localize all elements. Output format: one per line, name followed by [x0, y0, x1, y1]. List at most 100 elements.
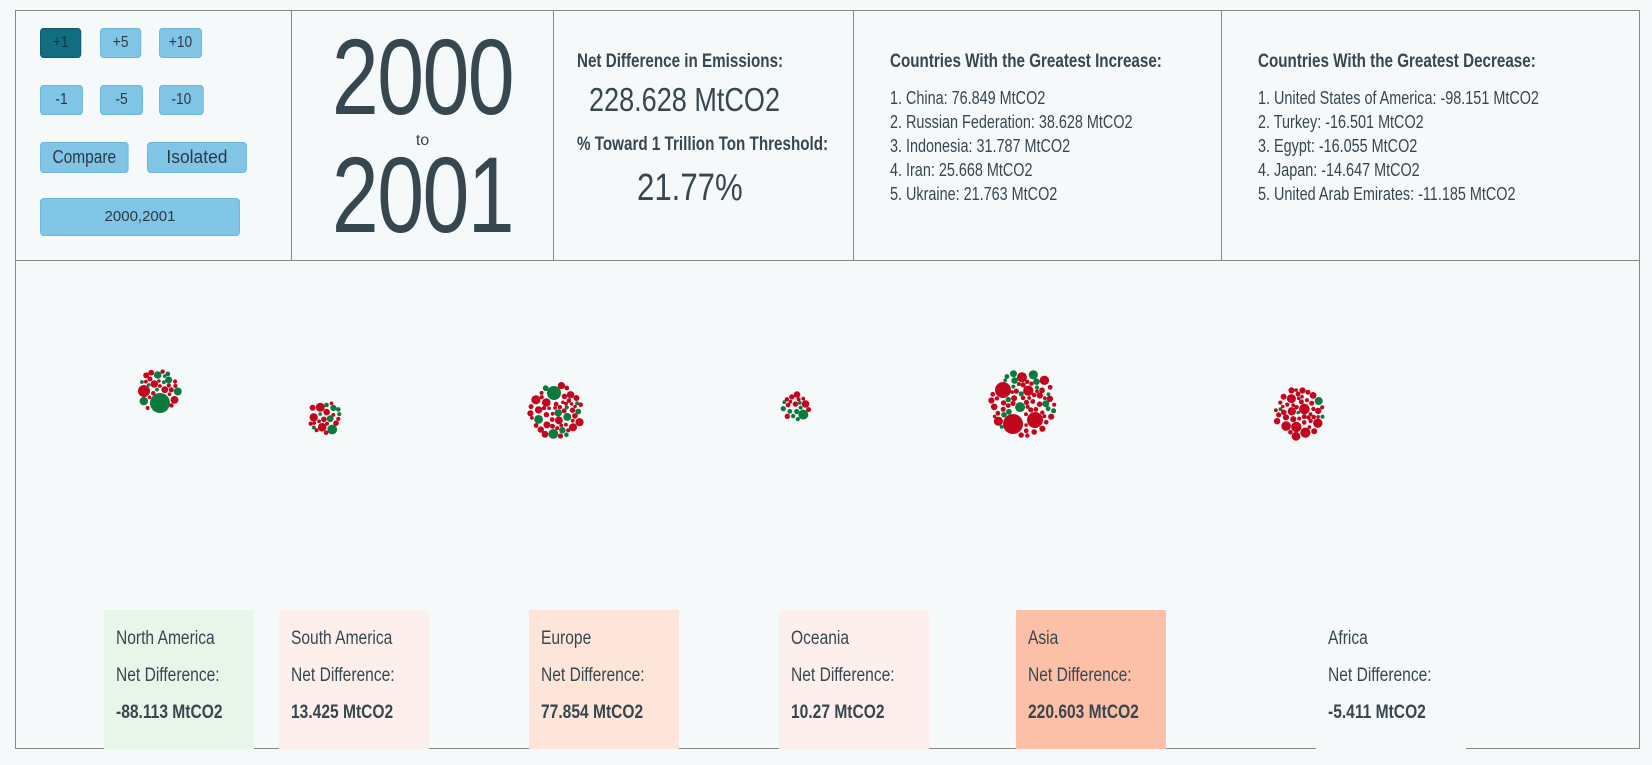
- country-bubble[interactable]: [162, 380, 166, 385]
- country-bubble[interactable]: [150, 380, 159, 388]
- country-bubble[interactable]: [1273, 418, 1281, 425]
- country-bubble[interactable]: [1296, 396, 1301, 401]
- country-bubble[interactable]: [1035, 389, 1039, 394]
- country-bubble[interactable]: [309, 404, 316, 411]
- minus-5-button[interactable]: -5: [100, 85, 143, 115]
- country-bubble[interactable]: [1020, 382, 1026, 388]
- country-bubble[interactable]: [148, 369, 155, 376]
- country-bubble[interactable]: [147, 395, 152, 400]
- country-bubble[interactable]: [165, 376, 173, 384]
- country-bubble[interactable]: [1010, 390, 1014, 394]
- country-bubble[interactable]: [1276, 412, 1282, 418]
- country-bubble[interactable]: [1301, 414, 1307, 420]
- years-input[interactable]: 2000,2001: [40, 198, 240, 236]
- country-bubble[interactable]: [161, 386, 169, 394]
- country-bubble[interactable]: [557, 433, 564, 439]
- country-bubble[interactable]: [555, 426, 560, 431]
- country-bubble[interactable]: [798, 405, 803, 410]
- country-bubble[interactable]: [539, 395, 544, 400]
- country-bubble[interactable]: [1033, 378, 1040, 385]
- country-bubble[interactable]: [990, 391, 996, 397]
- country-bubble[interactable]: [564, 422, 568, 427]
- country-bubble[interactable]: [1305, 389, 1311, 395]
- country-bubble[interactable]: [530, 416, 534, 420]
- country-bubble[interactable]: [553, 406, 557, 410]
- country-bubble[interactable]: [1011, 377, 1018, 384]
- country-bubble[interactable]: [1048, 413, 1055, 420]
- country-bubble[interactable]: [555, 416, 563, 425]
- country-bubble[interactable]: [564, 405, 569, 410]
- country-bubble[interactable]: [990, 403, 998, 411]
- country-bubble[interactable]: [784, 413, 790, 419]
- country-bubble[interactable]: [165, 371, 171, 377]
- country-bubble[interactable]: [1299, 387, 1306, 394]
- country-bubble[interactable]: [1024, 423, 1028, 427]
- country-bubble[interactable]: [1311, 414, 1316, 420]
- country-bubble[interactable]: [155, 387, 159, 392]
- country-bubble[interactable]: [1274, 408, 1278, 413]
- country-bubble[interactable]: [1045, 406, 1051, 412]
- country-bubble[interactable]: [542, 385, 549, 392]
- country-bubble[interactable]: [1282, 414, 1290, 421]
- plus-1-button[interactable]: +1: [40, 28, 82, 58]
- country-bubble[interactable]: [550, 411, 555, 416]
- country-bubble[interactable]: [1039, 387, 1045, 394]
- country-bubble[interactable]: [1304, 398, 1310, 403]
- country-bubble[interactable]: [145, 406, 150, 410]
- country-bubble[interactable]: [791, 413, 796, 419]
- country-bubble[interactable]: [1285, 402, 1290, 407]
- country-bubble[interactable]: [139, 396, 148, 406]
- country-bubble[interactable]: [1309, 392, 1317, 399]
- country-bubble[interactable]: [1301, 420, 1307, 425]
- country-bubble[interactable]: [325, 421, 329, 426]
- country-bubble[interactable]: [531, 395, 541, 405]
- country-bubble[interactable]: [1046, 392, 1051, 397]
- country-bubble[interactable]: [1288, 387, 1295, 394]
- country-bubble[interactable]: [173, 383, 178, 388]
- country-bubble[interactable]: [1036, 392, 1043, 399]
- country-bubble[interactable]: [1018, 391, 1024, 397]
- country-bubble[interactable]: [564, 432, 569, 438]
- country-bubble[interactable]: [563, 412, 572, 421]
- country-bubble[interactable]: [1291, 431, 1301, 441]
- country-bubble[interactable]: [999, 425, 1004, 429]
- country-bubble[interactable]: [554, 409, 562, 417]
- country-bubble[interactable]: [1005, 396, 1011, 403]
- country-bubble[interactable]: [336, 407, 341, 412]
- country-bubble[interactable]: [806, 407, 812, 413]
- country-bubble[interactable]: [527, 410, 534, 417]
- country-bubble[interactable]: [1314, 397, 1323, 405]
- country-bubble[interactable]: [1005, 403, 1011, 408]
- country-bubble[interactable]: [801, 400, 810, 408]
- country-bubble[interactable]: [528, 404, 534, 410]
- country-bubble[interactable]: [309, 413, 318, 422]
- country-bubble[interactable]: [1046, 395, 1054, 402]
- country-bubble[interactable]: [1010, 370, 1017, 378]
- country-bubble[interactable]: [1315, 407, 1322, 415]
- country-bubble[interactable]: [1016, 382, 1021, 386]
- country-bubble[interactable]: [318, 412, 323, 416]
- country-bubble[interactable]: [793, 391, 801, 398]
- country-bubble[interactable]: [564, 385, 570, 391]
- country-bubble[interactable]: [1029, 381, 1034, 386]
- country-bubble[interactable]: [1025, 433, 1030, 438]
- country-bubble[interactable]: [539, 390, 544, 395]
- country-bubble[interactable]: [1281, 409, 1287, 416]
- country-bubble[interactable]: [1300, 394, 1304, 399]
- country-bubble[interactable]: [549, 417, 555, 422]
- country-bubble[interactable]: [1042, 414, 1047, 419]
- country-bubble[interactable]: [1281, 404, 1285, 409]
- country-bubble[interactable]: [167, 392, 172, 396]
- country-bubble[interactable]: [1306, 415, 1311, 420]
- country-bubble[interactable]: [1036, 401, 1043, 407]
- country-bubble[interactable]: [1031, 429, 1037, 435]
- country-bubble[interactable]: [1295, 391, 1301, 397]
- country-bubble[interactable]: [789, 394, 795, 400]
- country-bubble[interactable]: [561, 393, 568, 400]
- country-bubble[interactable]: [542, 398, 551, 407]
- country-bubble[interactable]: [330, 404, 337, 412]
- country-bubble[interactable]: [547, 406, 551, 411]
- country-bubble[interactable]: [146, 383, 151, 387]
- country-bubble[interactable]: [1290, 416, 1297, 423]
- country-bubble[interactable]: [541, 405, 547, 411]
